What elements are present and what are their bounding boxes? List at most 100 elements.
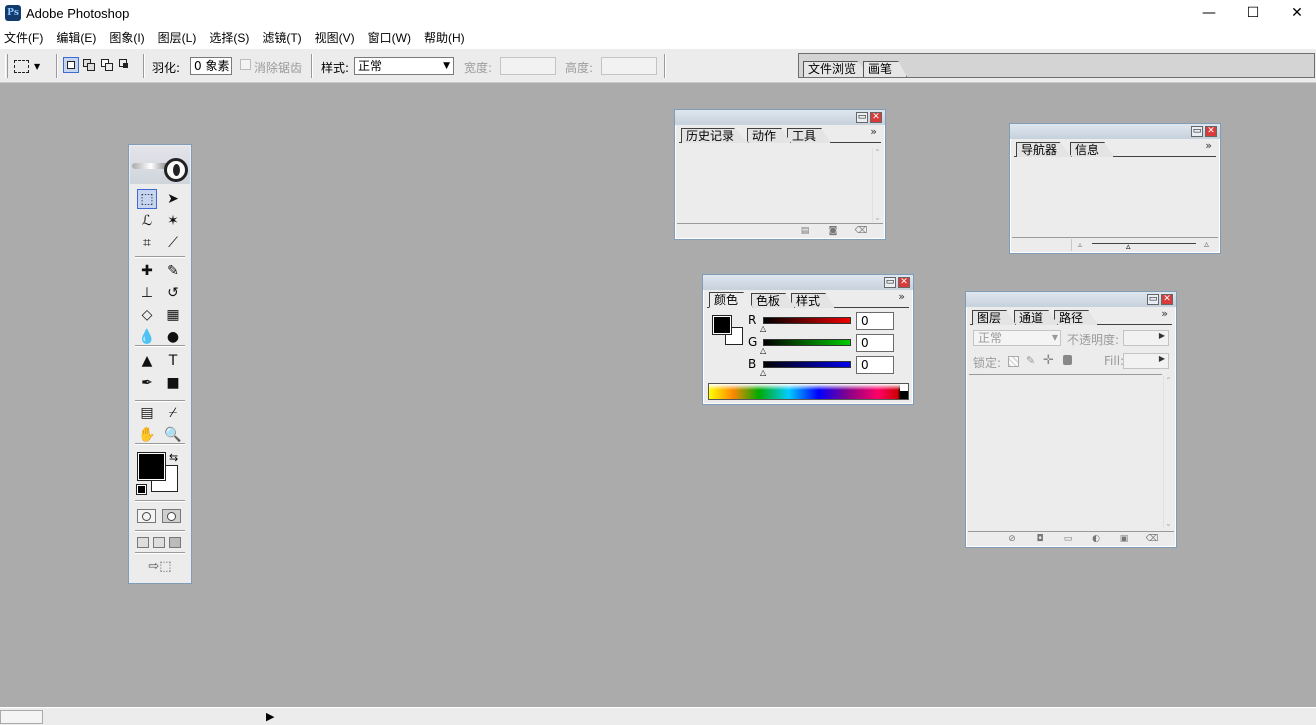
blue-slider[interactable] [763,361,851,368]
jump-to-imageready-icon[interactable]: ⇨⬚ [137,559,183,577]
menu-view[interactable]: 视图(V) [313,29,361,46]
lock-position-icon[interactable]: ✛ [1043,353,1054,368]
tab-file-browser[interactable]: 文件浏览 [803,61,872,77]
color-spectrum-bar[interactable] [708,383,909,400]
tab-brushes[interactable]: 画笔 [863,61,908,77]
menu-image[interactable]: 图象(I) [107,29,150,46]
maximize-button[interactable]: ☐ [1230,0,1276,26]
palette-menu-icon[interactable]: » [898,290,905,303]
brush-tool[interactable]: ✎ [163,261,183,281]
notes-tool[interactable]: ▤ [137,403,157,423]
minimize-icon[interactable]: ▭ [1191,126,1203,137]
tool-preset-picker[interactable]: ▼ [14,56,50,76]
menu-file[interactable]: 文件(F) [2,29,49,46]
antialias-checkbox[interactable] [240,59,251,70]
dodge-tool[interactable]: ● [163,327,183,347]
clone-stamp-tool[interactable]: ⊥ [137,283,157,303]
swap-colors-icon[interactable]: ⇆ [169,451,178,464]
menu-window[interactable]: 窗口(W) [366,29,417,46]
minimize-button[interactable]: — [1186,0,1232,26]
history-brush-tool[interactable]: ↺ [163,283,183,303]
zoom-out-icon[interactable]: ▵ [1078,240,1082,249]
move-tool[interactable]: ➤ [163,189,183,209]
menu-filter[interactable]: 滤镜(T) [260,29,307,46]
zoom-tool[interactable]: 🔍 [163,425,183,445]
zoom-slider[interactable]: ▵ [1092,239,1197,252]
menu-layer[interactable]: 图层(L) [156,29,203,46]
hand-tool[interactable]: ✋ [137,425,157,445]
navigator-preview[interactable] [1013,161,1217,235]
standard-screen-mode-icon[interactable] [137,537,149,548]
status-arrow-icon[interactable]: ▶ [266,710,274,723]
magic-wand-tool[interactable]: ✶ [163,211,183,231]
blur-tool[interactable]: 💧 [137,327,157,347]
fill-input[interactable]: ▶ [1123,353,1169,369]
tab-styles[interactable]: 样式 [791,293,836,308]
menu-help[interactable]: 帮助(H) [422,29,471,46]
height-input[interactable] [601,57,657,75]
intersect-selection-icon[interactable] [117,57,133,73]
add-to-selection-icon[interactable] [81,57,97,73]
tab-tool-presets[interactable]: 工具 [787,128,832,143]
quick-mask-mode-icon[interactable] [162,509,181,523]
red-slider[interactable] [763,317,851,324]
tab-swatches[interactable]: 色板 [751,293,796,308]
blue-input[interactable]: 0 [856,356,894,374]
standard-mode-icon[interactable] [137,509,156,523]
adjustment-layer-icon[interactable]: ◐ [1090,534,1102,544]
healing-brush-tool[interactable]: ✚ [137,261,157,281]
layers-list[interactable] [969,374,1162,528]
marquee-tool[interactable]: ⬚ [137,189,157,209]
tab-paths[interactable]: 路径 [1054,310,1099,325]
close-icon[interactable]: ✕ [898,277,910,288]
blend-mode-select[interactable]: 正常 ▼ [973,330,1061,346]
green-slider[interactable] [763,339,851,346]
status-zoom-box[interactable] [0,710,43,724]
new-layer-set-icon[interactable]: ▭ [1062,534,1074,544]
close-button[interactable]: ✕ [1274,0,1316,26]
type-tool[interactable]: T [163,351,183,371]
green-input[interactable]: 0 [856,334,894,352]
tab-history[interactable]: 历史记录 [681,128,750,143]
full-screen-menu-mode-icon[interactable] [153,537,165,548]
blue-slider-handle[interactable]: △ [760,369,766,377]
palette-title-bar[interactable]: ▭ ✕ [966,292,1176,307]
foreground-color-swatch[interactable] [137,452,166,481]
zoom-in-icon[interactable]: ▵ [1204,239,1209,250]
menu-edit[interactable]: 编辑(E) [54,29,102,46]
new-selection-icon[interactable] [63,57,79,73]
history-list[interactable] [678,147,882,223]
default-colors-icon[interactable] [136,484,147,495]
color-fg-swatch[interactable] [712,315,732,335]
tab-color[interactable]: 颜色 [709,292,754,308]
pen-tool[interactable]: ✒ [137,373,157,393]
gradient-tool[interactable]: ▦ [163,305,183,325]
menu-select[interactable]: 选择(S) [207,29,255,46]
width-input[interactable] [500,57,556,75]
lasso-tool[interactable]: ℒ [137,211,157,231]
tab-navigator[interactable]: 导航器 [1016,142,1073,157]
layers-scrollbar[interactable]: ⌃ ⌄ [1163,376,1173,528]
full-screen-mode-icon[interactable] [169,537,181,548]
feather-input[interactable]: 0 象素 [190,57,232,75]
red-input[interactable]: 0 [856,312,894,330]
tab-layers[interactable]: 图层 [972,310,1017,325]
palette-menu-icon[interactable]: » [1205,139,1212,152]
lock-transparency-icon[interactable] [1008,356,1019,367]
minimize-icon[interactable]: ▭ [856,112,868,123]
delete-layer-icon[interactable]: ⌫ [1146,534,1159,544]
shape-tool[interactable]: ■ [163,373,183,393]
red-slider-handle[interactable]: △ [760,325,766,333]
close-icon[interactable]: ✕ [1161,294,1173,305]
lock-all-icon[interactable] [1063,355,1072,365]
style-select[interactable]: 正常 ▼ [354,57,454,75]
options-bar-grip[interactable] [5,54,8,78]
zoom-value-box[interactable] [1012,238,1072,251]
toolbox-header-logo[interactable] [130,146,190,184]
palette-title-bar[interactable]: ▭ ✕ [1010,124,1220,139]
subtract-from-selection-icon[interactable] [99,57,115,73]
path-selection-tool[interactable]: ▲ [137,351,157,371]
new-snapshot-icon[interactable]: ◙ [827,226,839,236]
layer-style-icon[interactable]: ⊘ [1006,534,1018,544]
palette-menu-icon[interactable]: » [870,125,877,138]
